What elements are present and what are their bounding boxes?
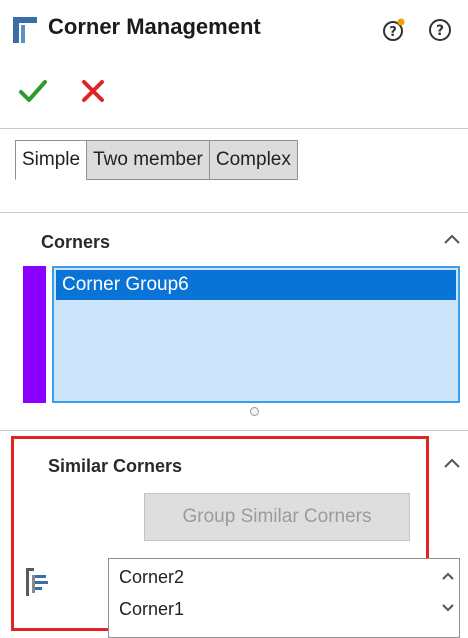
similar-corners-section-title: Similar Corners [48, 456, 183, 476]
cancel-button[interactable] [80, 78, 106, 104]
chevron-up-icon[interactable] [443, 233, 461, 245]
svg-text:?: ? [436, 23, 444, 39]
corner-management-icon [13, 17, 37, 43]
chevron-up-icon[interactable] [443, 457, 461, 469]
resize-grip-icon[interactable] [250, 407, 259, 416]
divider [0, 430, 468, 431]
divider [0, 128, 468, 129]
list-item[interactable]: Corner1 [119, 599, 184, 620]
tab-complex[interactable]: Complex [208, 140, 298, 180]
scroll-up-icon[interactable] [442, 571, 454, 581]
scroll-down-icon[interactable] [442, 603, 454, 613]
ok-button[interactable] [18, 78, 48, 104]
divider [0, 212, 468, 213]
whats-new-help-icon[interactable]: ? [382, 18, 406, 42]
corners-section-title: Corners [41, 232, 111, 252]
page-title: Corner Management [48, 14, 261, 39]
tab-two-member[interactable]: Two member [86, 140, 210, 180]
group-similar-corners-button[interactable]: Group Similar Corners [144, 493, 410, 541]
scrollbar[interactable] [437, 559, 459, 637]
list-item[interactable]: Corner Group6 [56, 270, 456, 300]
corners-list[interactable]: Corner Group6 [52, 266, 460, 403]
list-item[interactable]: Corner2 [119, 567, 184, 588]
corner-list-icon [26, 568, 48, 596]
corner-group-color-swatch [23, 266, 46, 403]
help-icon[interactable]: ? [428, 18, 452, 42]
svg-text:?: ? [389, 25, 397, 40]
similar-corners-list[interactable]: Corner2 Corner1 [108, 558, 460, 638]
tab-bar: Simple Two member Complex [15, 140, 298, 180]
tab-simple[interactable]: Simple [15, 140, 88, 180]
